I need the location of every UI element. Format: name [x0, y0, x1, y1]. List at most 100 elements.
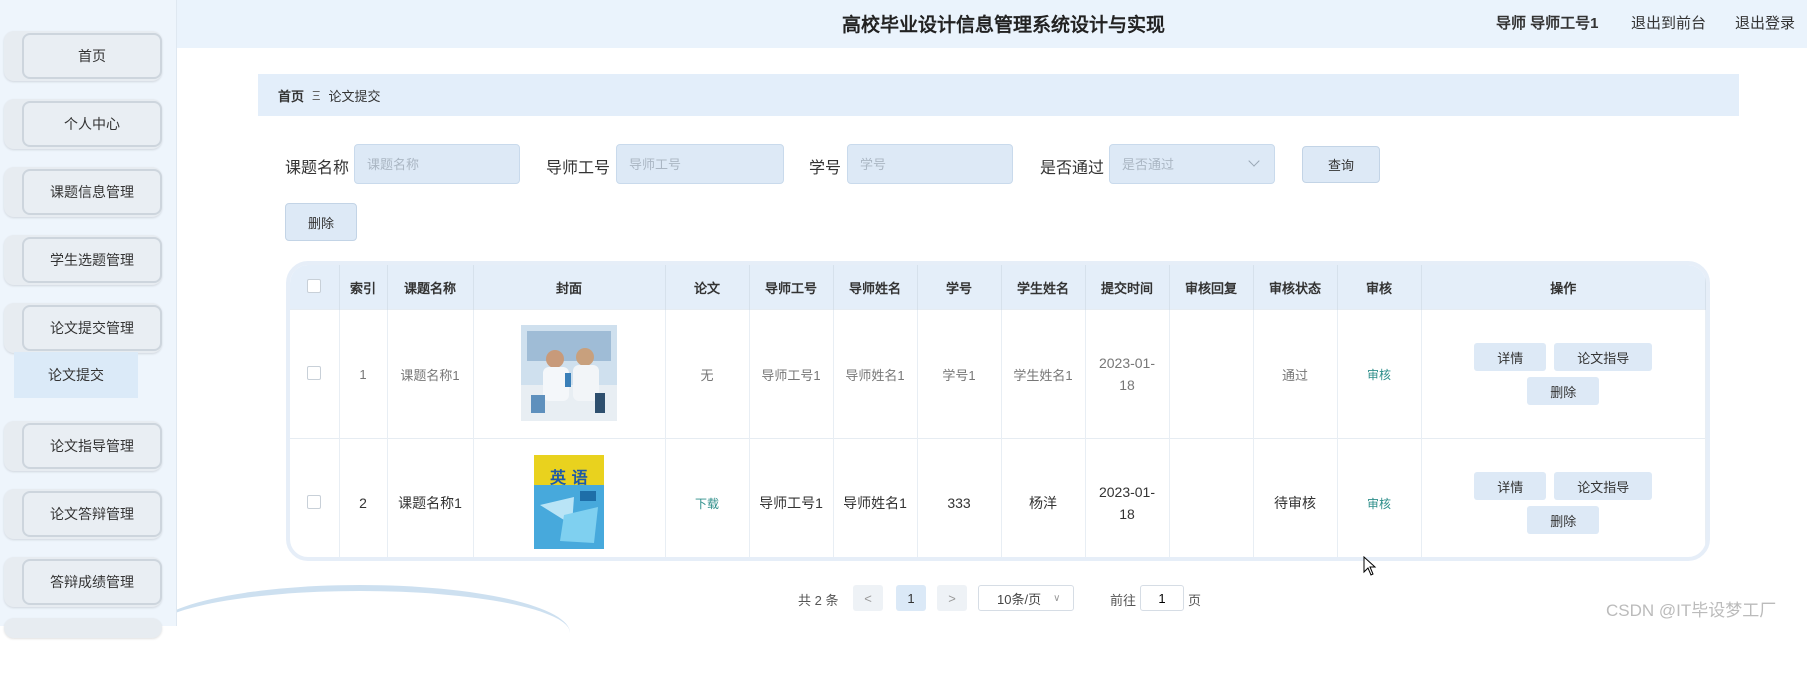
tutor-name-cell: 导师姓名1 — [833, 438, 918, 557]
submenu-item-paper-submit[interactable]: 论文提交 — [14, 352, 138, 398]
cover-cell — [473, 309, 666, 439]
passed-select[interactable] — [1109, 144, 1275, 184]
column-header: 导师姓名 — [833, 265, 918, 310]
sidebar-item-more[interactable] — [4, 618, 162, 638]
topic-cell: 课题名称1 — [387, 309, 474, 439]
breadcrumb-current: 论文提交 — [328, 88, 381, 104]
student-name-cell: 学生姓名1 — [1001, 309, 1086, 439]
column-header: 课题名称 — [387, 265, 474, 310]
tutor-no-input[interactable] — [616, 144, 784, 184]
sidebar-item-label: 首页 — [22, 33, 162, 79]
sidebar-item-home[interactable]: 首页 — [4, 31, 162, 81]
goto-page-input[interactable] — [1140, 585, 1184, 611]
sidebar-item-label: 论文答辩管理 — [22, 491, 162, 537]
submit-time-cell: 2023-01-18 — [1085, 438, 1170, 557]
index-cell: 1 — [339, 309, 388, 439]
passed-label: 是否通过 — [1040, 160, 1105, 177]
row-checkbox[interactable] — [307, 494, 322, 509]
audit-cell: 审核 — [1337, 438, 1422, 557]
header: 高校毕业设计信息管理系统设计与实现 导师 导师工号1 退出到前台 退出登录 — [177, 0, 1807, 48]
sidebar: 首页 个人中心 课题信息管理 学生选题管理 论文提交管理 论文提交 论文指导管理… — [0, 0, 177, 638]
page-unit-label: 页 — [1188, 593, 1202, 608]
sidebar-item-label: 论文指导管理 — [22, 423, 162, 469]
sidebar-item-topic-info[interactable]: 课题信息管理 — [4, 167, 162, 217]
topic-label: 课题名称 — [285, 160, 350, 177]
topic-input[interactable] — [354, 144, 520, 184]
paper-cell: 下载 — [665, 438, 750, 557]
submit-time: 2023-01-18 — [1098, 484, 1156, 522]
submit-time-cell: 2023-01-18 — [1085, 309, 1170, 439]
audit-cell: 审核 — [1337, 309, 1422, 439]
tutor-no-label: 导师工号 — [546, 160, 611, 177]
cover-cell: 英 语 — [473, 438, 666, 557]
table-row: 1 课题名称1 无 导师工号1 导师姓名1 学号1 学生姓名1 2023-01-… — [290, 309, 1706, 439]
table-row: 2 课题名称1 英 语 下载 导师工号1 导师姓名1 333 杨洋 2023-0… — [290, 438, 1706, 557]
cover-image-lab[interactable] — [521, 324, 617, 421]
table-header-row: 索引 课题名称 封面 论文 导师工号 导师姓名 学号 学生姓名 提交时间 审核回… — [290, 265, 1706, 310]
column-header: 学生姓名 — [1001, 265, 1086, 310]
user-info: 导师 导师工号1 — [1496, 15, 1599, 32]
ops-cell: 详情 论文指导 删除 — [1421, 309, 1706, 439]
query-button[interactable]: 查询 — [1302, 146, 1380, 183]
goto-label: 前往 — [1110, 593, 1137, 608]
column-header: 操作 — [1421, 265, 1706, 310]
prev-page-button[interactable]: < — [853, 585, 883, 611]
detail-button[interactable]: 详情 — [1474, 343, 1547, 371]
student-name-cell: 杨洋 — [1001, 438, 1086, 557]
sidebar-item-paper-guide[interactable]: 论文指导管理 — [4, 421, 162, 471]
column-header: 导师工号 — [749, 265, 834, 310]
column-header: 审核回复 — [1169, 265, 1254, 310]
ops-cell: 详情 论文指导 删除 — [1421, 438, 1706, 557]
audit-link[interactable]: 审核 — [1367, 497, 1391, 511]
chevron-down-icon: ∨ — [1053, 592, 1061, 604]
reply-cell — [1169, 309, 1254, 439]
tutor-no-cell: 导师工号1 — [749, 309, 834, 439]
student-no-cell: 学号1 — [917, 309, 1002, 439]
watermark: CSDN @IT毕设梦工厂 — [1606, 601, 1777, 620]
column-header: 学号 — [917, 265, 1002, 310]
sidebar-item-defense[interactable]: 论文答辩管理 — [4, 489, 162, 539]
sidebar-item-label: 课题信息管理 — [22, 169, 162, 215]
logout-link[interactable]: 退出登录 — [1735, 12, 1795, 33]
breadcrumb-home[interactable]: 首页 — [278, 86, 304, 105]
delete-button[interactable]: 删除 — [1527, 506, 1600, 534]
column-header: 审核状态 — [1253, 265, 1338, 310]
paper-cell: 无 — [665, 309, 750, 439]
delete-button[interactable]: 删除 — [1527, 377, 1600, 405]
detail-button[interactable]: 详情 — [1474, 472, 1547, 500]
row-select-cell — [290, 309, 340, 439]
page-size-value: 10条/页 — [997, 591, 1042, 607]
sidebar-item-defense-score[interactable]: 答辩成绩管理 — [4, 557, 162, 607]
sidebar-item-paper-submit[interactable]: 论文提交管理 — [4, 303, 162, 353]
row-checkbox[interactable] — [307, 365, 322, 380]
select-all-cell[interactable] — [290, 265, 340, 310]
column-header: 提交时间 — [1085, 265, 1170, 310]
tutor-no-cell: 导师工号1 — [749, 438, 834, 557]
audit-link[interactable]: 审核 — [1367, 368, 1391, 382]
sidebar-item-label: 学生选题管理 — [22, 237, 162, 283]
guide-button[interactable]: 论文指导 — [1554, 343, 1653, 371]
batch-delete-button[interactable]: 删除 — [285, 203, 357, 241]
status-cell: 待审核 — [1253, 438, 1338, 557]
guide-button[interactable]: 论文指导 — [1554, 472, 1653, 500]
sidebar-item-profile[interactable]: 个人中心 — [4, 99, 162, 149]
page-size-select[interactable]: 10条/页 ∨ — [978, 585, 1074, 611]
app-title: 高校毕业设计信息管理系统设计与实现 — [842, 15, 1166, 36]
column-header: 索引 — [339, 265, 388, 310]
column-header: 审核 — [1337, 265, 1422, 310]
download-link[interactable]: 下载 — [695, 497, 719, 511]
student-no-input[interactable] — [847, 144, 1013, 184]
sidebar-item-label: 论文提交管理 — [22, 305, 162, 351]
sidebar-item-student-selection[interactable]: 学生选题管理 — [4, 235, 162, 285]
cover-image-english-book[interactable]: 英 语 — [534, 454, 604, 549]
background-swoosh — [150, 585, 570, 681]
next-page-button[interactable]: > — [937, 585, 967, 611]
tutor-name-cell: 导师姓名1 — [833, 309, 918, 439]
breadcrumb: 首页 Ξ 论文提交 — [258, 74, 1739, 116]
page-1-button[interactable]: 1 — [896, 585, 926, 611]
student-no-label: 学号 — [809, 160, 842, 177]
index-cell: 2 — [339, 438, 388, 557]
topic-cell: 课题名称1 — [387, 438, 474, 557]
exit-to-front-link[interactable]: 退出到前台 — [1631, 12, 1706, 33]
select-all-checkbox[interactable] — [307, 278, 322, 293]
